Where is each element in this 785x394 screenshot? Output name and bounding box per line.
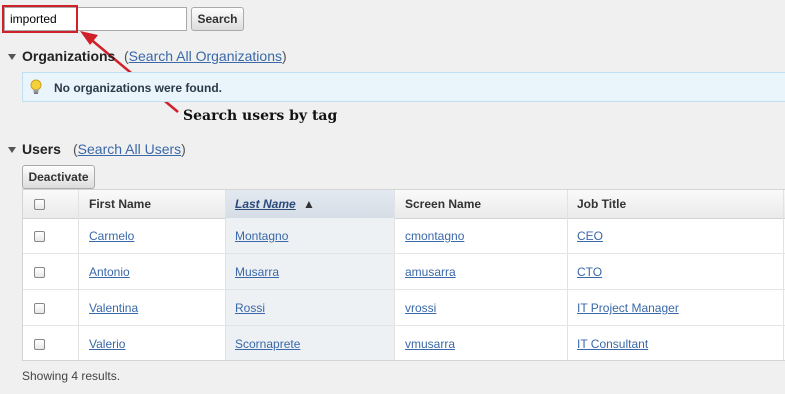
first-name-link[interactable]: Carmelo bbox=[89, 229, 134, 243]
column-divider bbox=[78, 190, 79, 360]
organizations-link-wrapper: (Search All Organizations) bbox=[124, 48, 287, 64]
row-divider bbox=[23, 289, 785, 290]
first-name-link[interactable]: Valentina bbox=[89, 301, 138, 315]
column-header-last-name[interactable]: Last Name bbox=[235, 197, 296, 211]
select-all-checkbox[interactable] bbox=[34, 199, 45, 210]
column-divider bbox=[394, 190, 395, 360]
column-header-job-title[interactable]: Job Title bbox=[577, 197, 626, 211]
paren-close: ) bbox=[281, 48, 287, 64]
job-title-link[interactable]: CEO bbox=[577, 229, 603, 243]
row-divider bbox=[23, 253, 785, 254]
screen-name-link[interactable]: vrossi bbox=[405, 301, 436, 315]
column-divider bbox=[225, 190, 226, 360]
row-divider bbox=[23, 325, 785, 326]
column-header-screen-name[interactable]: Screen Name bbox=[405, 197, 481, 211]
users-collapse-icon[interactable] bbox=[8, 147, 16, 153]
search-all-organizations-link[interactable]: Search All Organizations bbox=[129, 48, 282, 64]
screen-name-link[interactable]: cmontagno bbox=[405, 229, 464, 243]
first-name-link[interactable]: Valerio bbox=[89, 337, 125, 351]
sort-ascending-icon[interactable]: ▲ bbox=[303, 197, 315, 211]
last-name-link[interactable]: Musarra bbox=[235, 265, 279, 279]
row-checkbox[interactable] bbox=[34, 231, 45, 242]
organizations-title: Organizations bbox=[22, 48, 116, 64]
search-all-users-link[interactable]: Search All Users bbox=[78, 141, 181, 157]
job-title-link[interactable]: IT Consultant bbox=[577, 337, 648, 351]
row-checkbox[interactable] bbox=[34, 339, 45, 350]
screen-name-link[interactable]: vmusarra bbox=[405, 337, 455, 351]
job-title-link[interactable]: CTO bbox=[577, 265, 602, 279]
paren-close: ) bbox=[181, 141, 186, 157]
row-checkbox[interactable] bbox=[34, 303, 45, 314]
organizations-empty-message: No organizations were found. bbox=[54, 81, 223, 95]
deactivate-button[interactable]: Deactivate bbox=[22, 165, 95, 189]
row-checkbox[interactable] bbox=[34, 267, 45, 278]
annotation-label: Search users by tag bbox=[183, 108, 338, 124]
column-divider bbox=[783, 190, 784, 360]
results-count: Showing 4 results. bbox=[22, 369, 121, 383]
column-header-first-name[interactable]: First Name bbox=[89, 197, 151, 211]
organizations-collapse-icon[interactable] bbox=[8, 54, 16, 60]
users-table: First Name Last Name ▲ Screen Name Job T… bbox=[22, 189, 785, 361]
job-title-link[interactable]: IT Project Manager bbox=[577, 301, 679, 315]
users-title: Users bbox=[22, 141, 61, 157]
last-name-link[interactable]: Scornaprete bbox=[235, 337, 300, 351]
first-name-link[interactable]: Antonio bbox=[89, 265, 130, 279]
last-name-link[interactable]: Montagno bbox=[235, 229, 288, 243]
users-link-wrapper: (Search All Users) bbox=[73, 141, 186, 157]
lightbulb-icon bbox=[30, 79, 42, 94]
screen-name-link[interactable]: amusarra bbox=[405, 265, 456, 279]
last-name-link[interactable]: Rossi bbox=[235, 301, 265, 315]
column-divider bbox=[567, 190, 568, 360]
